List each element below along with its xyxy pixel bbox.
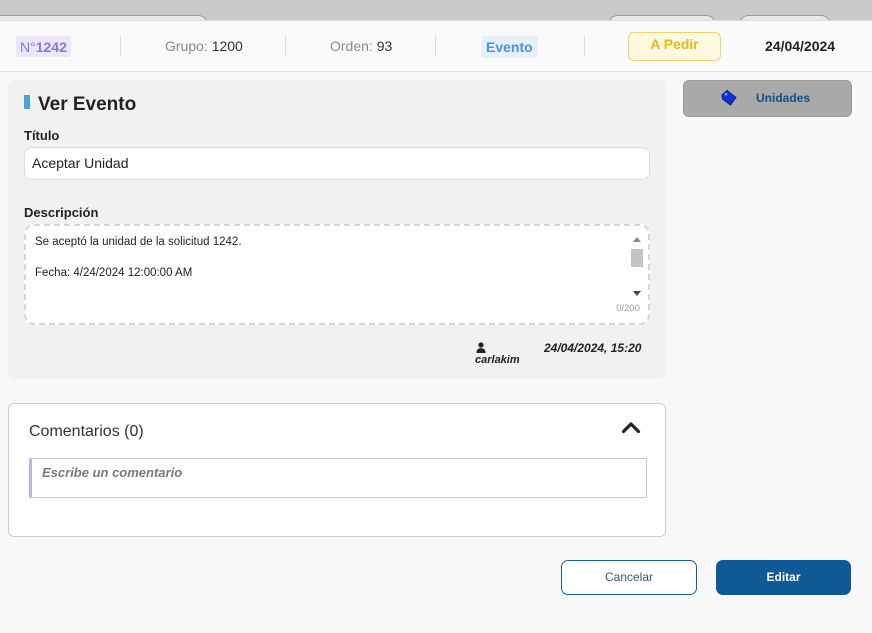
description-text: Se aceptó la unidad de la solicitud 1242… xyxy=(35,236,242,279)
page-title: Ver Evento xyxy=(24,94,136,116)
user-icon xyxy=(476,342,486,353)
background-app-strip xyxy=(0,0,872,35)
cancel-button[interactable]: Cancelar xyxy=(561,560,697,595)
divider xyxy=(285,36,286,56)
author-info: carlakim xyxy=(475,342,535,366)
title-label: Título xyxy=(24,128,60,143)
event-modal: N°1242 Grupo: 1200 Orden: 93 Evento A Pe… xyxy=(0,20,872,633)
divider xyxy=(584,36,585,56)
divider xyxy=(120,36,121,56)
divider xyxy=(435,36,436,56)
request-header: N°1242 Grupo: 1200 Orden: 93 Evento A Pe… xyxy=(0,21,872,72)
comments-panel: Comentarios (0) Escribe un comentario xyxy=(8,403,666,537)
group-info: Grupo: 1200 xyxy=(165,38,243,54)
request-number-badge: N°1242 xyxy=(16,36,71,57)
units-button[interactable]: Unidades xyxy=(683,80,852,117)
description-scrollbar[interactable] xyxy=(631,234,643,298)
title-field[interactable]: Aceptar Unidad xyxy=(24,147,650,180)
edit-button[interactable]: Editar xyxy=(716,560,851,595)
event-details-card: Ver Evento Título Aceptar Unidad Descrip… xyxy=(8,80,666,379)
order-info: Orden: 93 xyxy=(330,38,393,54)
scroll-down-icon[interactable] xyxy=(633,291,641,296)
char-counter: 0/200 xyxy=(616,303,640,314)
description-label: Descripción xyxy=(24,205,99,220)
status-badge: A Pedir xyxy=(628,32,721,61)
title-accent-bar xyxy=(24,95,30,109)
scroll-thumb[interactable] xyxy=(631,249,643,267)
tag-icon xyxy=(721,89,737,106)
description-field[interactable]: Se aceptó la unidad de la solicitud 1242… xyxy=(24,224,650,325)
chevron-up-icon[interactable] xyxy=(621,420,641,434)
header-date: 24/04/2024 xyxy=(765,38,836,54)
author-name: carlakim xyxy=(475,354,520,366)
type-badge: Evento xyxy=(481,36,538,58)
comments-title: Comentarios (0) xyxy=(29,423,144,440)
comment-input[interactable]: Escribe un comentario xyxy=(29,458,647,498)
event-timestamp: 24/04/2024, 15:20 xyxy=(544,341,642,355)
scroll-up-icon[interactable] xyxy=(633,237,641,242)
units-button-label: Unidades xyxy=(756,91,811,105)
